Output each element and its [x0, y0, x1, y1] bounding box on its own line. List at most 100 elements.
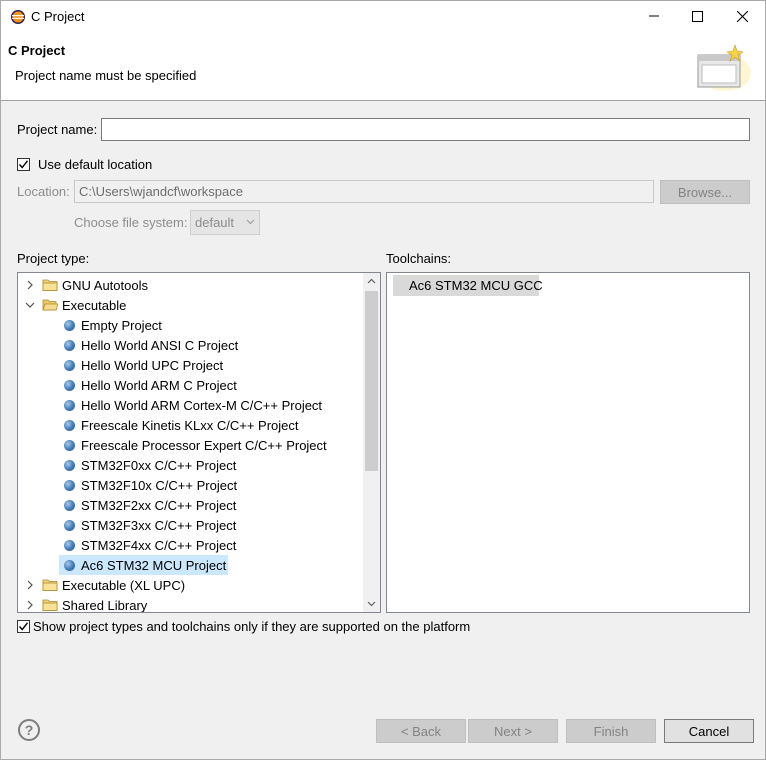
close-icon — [737, 10, 748, 22]
browse-button[interactable]: Browse... — [660, 180, 750, 204]
tree-folder-item[interactable]: Shared Library — [18, 595, 363, 613]
c-project-dialog: C Project C Project Project name must be… — [0, 0, 766, 760]
tree-item-label: STM32F3xx C/C++ Project — [81, 518, 237, 533]
chevron-right-icon[interactable] — [24, 579, 36, 591]
wizard-banner: C Project Project name must be specified — [1, 32, 765, 101]
project-template-icon — [64, 440, 75, 451]
next-button[interactable]: Next > — [468, 719, 558, 743]
tree-item-label: STM32F0xx C/C++ Project — [81, 458, 237, 473]
show-supported-label: Show project types and toolchains only i… — [33, 619, 471, 634]
scrollbar-thumb[interactable] — [365, 291, 378, 471]
tree-item-label: Hello World ARM C Project — [81, 378, 237, 393]
chevron-down-icon — [246, 219, 255, 225]
tree-project-item[interactable]: Ac6 STM32 MCU Project — [18, 555, 363, 575]
chevron-up-icon — [367, 278, 376, 284]
tree-project-item[interactable]: Empty Project — [18, 315, 363, 335]
project-template-icon — [64, 420, 75, 431]
wizard-message: Project name must be specified — [15, 68, 197, 83]
tree-item-label: Executable — [62, 298, 127, 313]
show-supported-checkbox[interactable] — [17, 620, 30, 633]
tree-item-label: Hello World ARM Cortex-M C/C++ Project — [81, 398, 323, 413]
tree-item-label: STM32F2xx C/C++ Project — [81, 498, 237, 513]
tree-project-item[interactable]: STM32F2xx C/C++ Project — [18, 495, 363, 515]
tree-item-label: STM32F10x C/C++ Project — [81, 478, 238, 493]
project-name-input[interactable] — [101, 118, 750, 141]
tree-item-label: STM32F4xx C/C++ Project — [81, 538, 237, 553]
chevron-right-icon[interactable] — [24, 599, 36, 611]
back-button[interactable]: < Back — [376, 719, 466, 743]
use-default-location-checkbox[interactable] — [17, 158, 30, 171]
scroll-down-button[interactable] — [363, 595, 380, 612]
tree-item-label: Freescale Processor Expert C/C++ Project — [81, 438, 327, 453]
location-input[interactable] — [74, 180, 654, 203]
tree-item-label: Hello World UPC Project — [81, 358, 224, 373]
location-label: Location: — [17, 184, 70, 199]
close-button[interactable] — [720, 1, 765, 31]
chevron-down-icon — [367, 601, 376, 607]
scroll-up-button[interactable] — [363, 273, 380, 290]
file-system-label: Choose file system: — [74, 215, 188, 230]
eclipse-icon — [11, 10, 25, 24]
chevron-right-icon[interactable] — [24, 279, 36, 291]
tree-project-item[interactable]: Freescale Processor Expert C/C++ Project — [18, 435, 363, 455]
tree-project-item[interactable]: Hello World UPC Project — [18, 355, 363, 375]
tree-item-label: Ac6 STM32 MCU Project — [81, 558, 227, 573]
tree-item-label: GNU Autotools — [62, 278, 148, 293]
help-icon[interactable]: ? — [18, 719, 40, 741]
tree-folder-item[interactable]: Executable (XL UPC) — [18, 575, 363, 595]
maximize-button[interactable] — [675, 1, 720, 31]
tree-scrollbar[interactable] — [363, 273, 380, 612]
chevron-down-icon[interactable] — [24, 299, 36, 311]
tree-project-item[interactable]: STM32F3xx C/C++ Project — [18, 515, 363, 535]
project-type-tree[interactable]: GNU Autotools Executable Empty Project Hell… — [17, 272, 381, 613]
file-system-value: default — [195, 215, 235, 230]
tree-item-label: Executable (XL UPC) — [62, 578, 186, 593]
minimize-button[interactable] — [631, 1, 676, 31]
project-template-icon — [64, 540, 75, 551]
project-template-icon — [64, 400, 75, 411]
file-system-select[interactable]: default — [190, 210, 260, 235]
tree-project-item[interactable]: Freescale Kinetis KLxx C/C++ Project — [18, 415, 363, 435]
toolchains-list[interactable]: Ac6 STM32 MCU GCC — [386, 272, 750, 613]
project-name-label: Project name: — [17, 122, 98, 137]
tree-item-label: Shared Library — [62, 598, 148, 613]
project-template-icon — [64, 480, 75, 491]
window-title: C Project — [31, 9, 85, 24]
title-bar: C Project — [1, 1, 765, 32]
project-template-icon — [64, 460, 75, 471]
folder-open-icon — [42, 299, 58, 311]
project-template-icon — [64, 380, 75, 391]
project-template-icon — [64, 340, 75, 351]
tree-project-item[interactable]: STM32F4xx C/C++ Project — [18, 535, 363, 555]
folder-icon — [42, 599, 58, 611]
cancel-button[interactable]: Cancel — [664, 719, 754, 743]
tree-item-label: Hello World ANSI C Project — [81, 338, 239, 353]
wizard-title: C Project — [8, 43, 66, 58]
use-default-location-label: Use default location — [38, 157, 153, 172]
folder-icon — [42, 279, 58, 291]
checkmark-icon — [18, 622, 29, 631]
toolchain-item[interactable]: Ac6 STM32 MCU GCC — [393, 275, 543, 296]
tree-folder-item[interactable]: GNU Autotools — [18, 275, 363, 295]
project-template-icon — [64, 560, 75, 571]
tree-project-item[interactable]: Hello World ARM C Project — [18, 375, 363, 395]
project-template-icon — [64, 320, 75, 331]
project-template-icon — [64, 360, 75, 371]
tree-item-label: Freescale Kinetis KLxx C/C++ Project — [81, 418, 299, 433]
tree-project-item[interactable]: Hello World ANSI C Project — [18, 335, 363, 355]
project-type-label: Project type: — [17, 251, 90, 266]
new-project-wizard-icon — [697, 44, 751, 91]
tree-project-item[interactable]: STM32F0xx C/C++ Project — [18, 455, 363, 475]
tree-project-item[interactable]: STM32F10x C/C++ Project — [18, 475, 363, 495]
project-template-icon — [64, 520, 75, 531]
checkmark-icon — [18, 160, 29, 169]
tree-project-item[interactable]: Hello World ARM Cortex-M C/C++ Project — [18, 395, 363, 415]
folder-icon — [42, 579, 58, 591]
finish-button[interactable]: Finish — [566, 719, 656, 743]
maximize-icon — [692, 10, 703, 22]
minimize-icon — [648, 15, 659, 17]
project-template-icon — [64, 500, 75, 511]
toolchains-label: Toolchains: — [386, 251, 452, 266]
tree-item-label: Empty Project — [81, 318, 162, 333]
tree-folder-item[interactable]: Executable — [18, 295, 363, 315]
